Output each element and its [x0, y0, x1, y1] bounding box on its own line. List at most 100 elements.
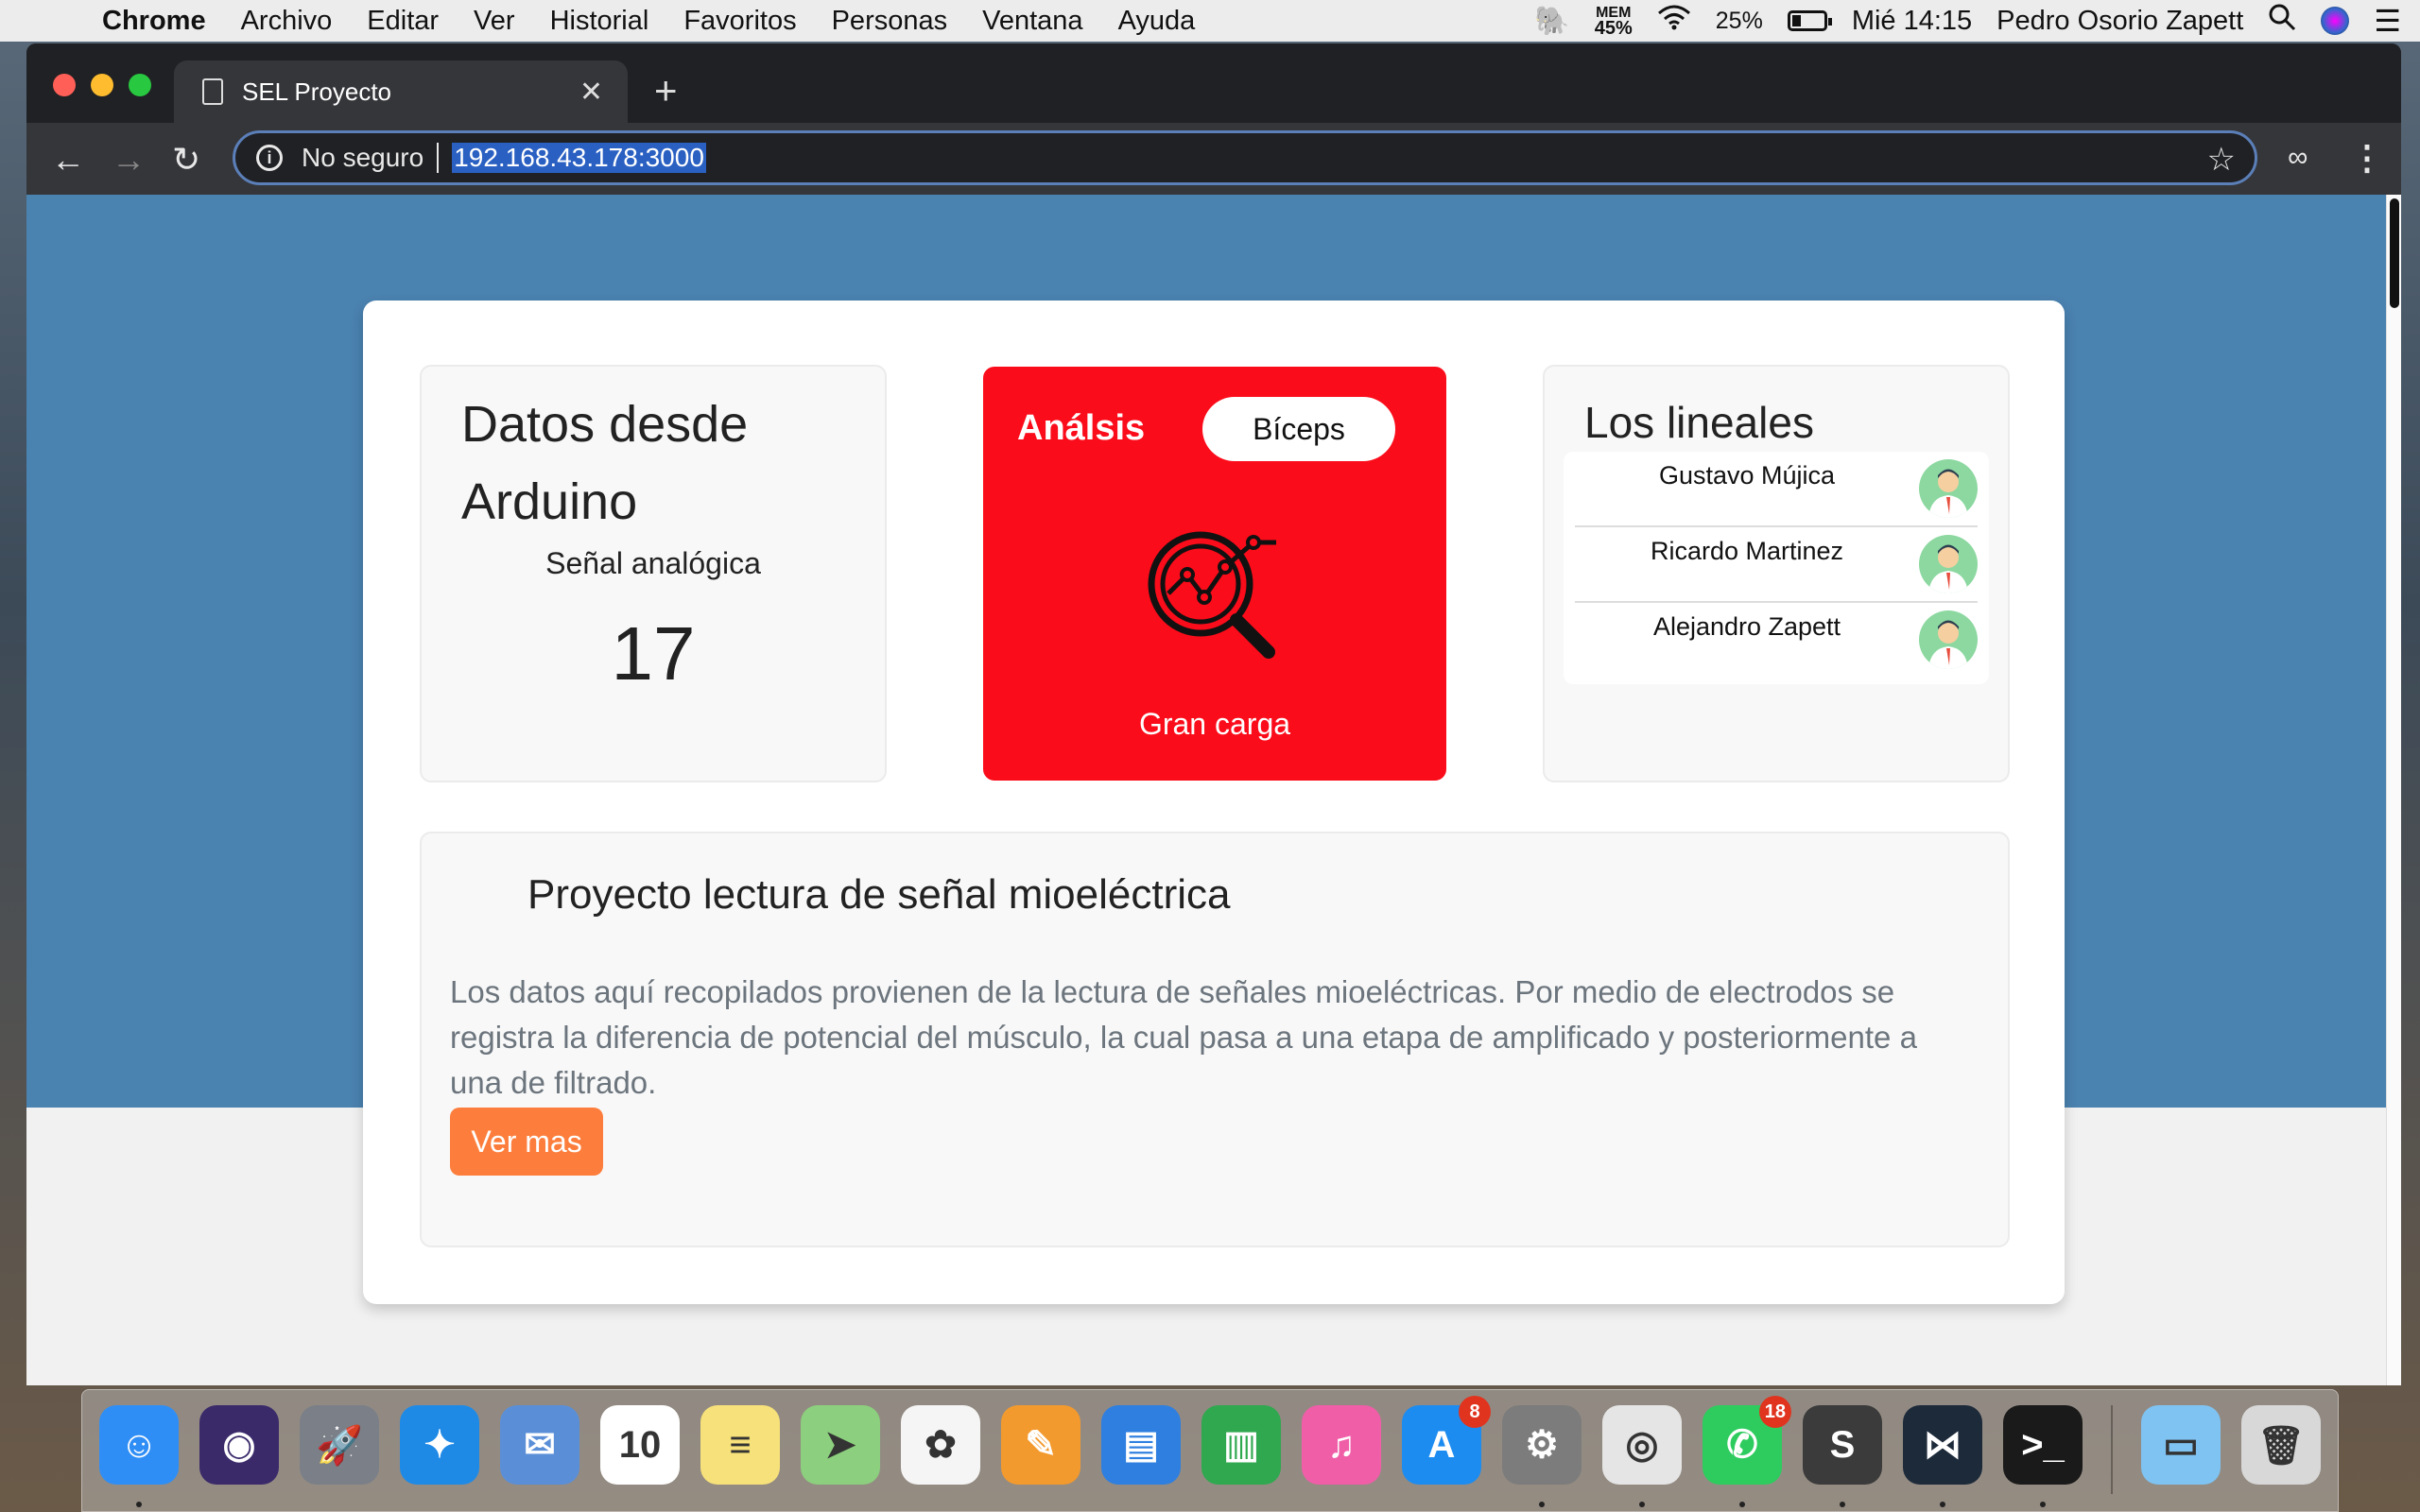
browser-menu-icon[interactable]: ⋮ — [2350, 138, 2384, 178]
team-member-name: Alejandro Zapett — [1652, 612, 1841, 641]
team-member-name: Gustavo Mújica — [1658, 461, 1836, 490]
terminal-icon[interactable]: >_ — [2003, 1405, 2083, 1485]
running-indicator — [1739, 1502, 1745, 1507]
pages-icon[interactable]: ✎ — [1001, 1405, 1080, 1485]
app-store-icon[interactable]: A8 — [1402, 1396, 1491, 1485]
page-scrollbar[interactable] — [2386, 195, 2401, 1385]
avatar-icon — [1919, 610, 1978, 669]
bookmark-star-icon[interactable]: ☆ — [2207, 141, 2236, 179]
battery-icon[interactable] — [1787, 10, 1832, 31]
team-member-name: Ricardo Martinez — [1650, 537, 1844, 565]
vscode-icon[interactable]: ⋈ — [1903, 1405, 1982, 1485]
page-icon — [202, 78, 223, 105]
siri-icon[interactable] — [2321, 7, 2350, 35]
safari-icon[interactable]: ✦ — [400, 1405, 479, 1485]
menu-item-ver[interactable]: Ver — [474, 6, 515, 37]
notes-icon[interactable]: ≡ — [700, 1405, 780, 1485]
numbers-icon[interactable]: ▥ — [1201, 1405, 1281, 1485]
menu-item-personas[interactable]: Personas — [832, 6, 948, 37]
info-icon[interactable]: i — [256, 145, 283, 171]
incognito-extension-icon[interactable]: ∞ — [2288, 142, 2308, 174]
menu-item-historial[interactable]: Historial — [550, 6, 649, 37]
chrome-icon[interactable]: ◎ — [1602, 1405, 1682, 1485]
minimize-window-button[interactable] — [91, 74, 113, 96]
menu-item-favoritos[interactable]: Favoritos — [683, 6, 796, 37]
running-indicator — [1940, 1502, 1945, 1507]
running-indicator — [1840, 1502, 1845, 1507]
back-button[interactable]: ← — [51, 140, 85, 180]
clock[interactable]: Mié 14:15 — [1852, 6, 1972, 37]
forward-button[interactable]: → — [112, 140, 146, 180]
avatar-icon — [1919, 535, 1978, 593]
calendar-icon[interactable]: 10 — [600, 1405, 680, 1485]
reload-button[interactable]: ↻ — [172, 140, 200, 180]
system-preferences-icon[interactable]: ⚙ — [1502, 1405, 1582, 1485]
whatsapp-icon[interactable]: ✆ 18 — [1703, 1396, 1791, 1485]
scrollbar-thumb[interactable] — [2390, 198, 2399, 308]
memory-status[interactable]: MEM 45% — [1594, 5, 1633, 39]
menu-bar: Chrome Archivo Editar Ver Historial Favo… — [0, 0, 2420, 42]
close-tab-icon[interactable]: ✕ — [579, 76, 603, 109]
analytics-magnifier-icon — [1148, 531, 1276, 659]
address-separator — [437, 143, 440, 173]
analysis-caption: Gran carga — [1138, 707, 1291, 741]
dock: ☺ ◉ 🚀 ✦ ✉ 10 ≡ ➤ ✿ ✎ ▤ ▥ ♫ A 8 ⚙ ◎ ✆ 18 S ⋈ >_ ▭ 🗑 — [81, 1389, 2339, 1512]
security-label[interactable]: No seguro — [302, 143, 424, 173]
tab-strip: SEL Proyecto ✕ + — [26, 43, 2401, 123]
analysis-label: Análsis — [1017, 408, 1146, 448]
notification-badge: 18 — [1758, 1396, 1791, 1428]
project-description: Los datos aquí recopilados provienen de … — [450, 974, 1917, 1100]
photos-icon[interactable]: ✿ — [901, 1405, 980, 1485]
team-member[interactable]: Gustavo Mújica — [1575, 452, 1978, 527]
notification-badge: 8 — [1459, 1396, 1491, 1428]
sublime-text-icon[interactable]: S — [1803, 1405, 1882, 1485]
keynote-icon[interactable]: ▤ — [1101, 1405, 1181, 1485]
arduino-data-card: Datos desde Arduino Señal analógica 17 — [420, 365, 887, 782]
menu-bar-status: 🐘 MEM 45% 25% Mié 14:15 Pedro Osorio Zap… — [1534, 0, 2401, 42]
address-bar[interactable]: i No seguro 192.168.43.178:3000 ☆ — [233, 130, 2257, 185]
web-page: Datos desde Arduino Señal analógica 17 A… — [26, 195, 2401, 1385]
itunes-icon[interactable]: ♫ — [1302, 1405, 1381, 1485]
browser-window: SEL Proyecto ✕ + ← → ↻ i No seguro 192.1… — [26, 43, 2401, 1385]
menu-item-ventana[interactable]: Ventana — [982, 6, 1082, 37]
team-card: Los lineales Gustavo Mújica Ricardo Mart… — [1543, 365, 2010, 782]
finder-icon[interactable]: ☺ — [99, 1405, 179, 1485]
running-indicator — [1639, 1502, 1645, 1507]
close-window-button[interactable] — [53, 74, 76, 96]
siri-icon[interactable]: ◉ — [199, 1405, 279, 1485]
dock-separator — [2111, 1405, 2113, 1494]
maximize-window-button[interactable] — [129, 74, 151, 96]
wifi-icon[interactable] — [1657, 4, 1691, 38]
mail-icon[interactable]: ✉ — [500, 1405, 579, 1485]
ver-mas-button[interactable]: Ver mas — [450, 1108, 603, 1176]
team-member[interactable]: Alejandro Zapett — [1575, 603, 1978, 679]
running-indicator — [136, 1502, 142, 1507]
arduino-card-title: Datos desde Arduino — [461, 396, 749, 530]
tab-title: SEL Proyecto — [242, 77, 392, 106]
menu-item-ayuda[interactable]: Ayuda — [1118, 6, 1196, 37]
main-card: Datos desde Arduino Señal analógica 17 A… — [363, 301, 2065, 1304]
user-name[interactable]: Pedro Osorio Zapett — [1996, 6, 2243, 37]
memory-value: 45% — [1594, 18, 1633, 39]
new-tab-button[interactable]: + — [654, 68, 678, 113]
team-list: Gustavo Mújica Ricardo Martinez Alejandr… — [1564, 452, 1989, 684]
biceps-button[interactable]: Bíceps — [1202, 397, 1395, 461]
battery-level — [1791, 15, 1801, 26]
avatar-icon — [1919, 459, 1978, 518]
team-member[interactable]: Ricardo Martinez — [1575, 527, 1978, 603]
launchpad-icon[interactable]: 🚀 — [300, 1405, 379, 1485]
spotlight-search-icon[interactable] — [2268, 3, 2296, 39]
menu-item-editar[interactable]: Editar — [367, 6, 439, 37]
menu-item-archivo[interactable]: Archivo — [241, 6, 333, 37]
browser-toolbar: ← → ↻ i No seguro 192.168.43.178:3000 ☆ … — [26, 123, 2401, 195]
analog-signal-value: 17 — [611, 611, 696, 696]
maps-icon[interactable]: ➤ — [801, 1405, 880, 1485]
url-text[interactable]: 192.168.43.178:3000 — [452, 143, 706, 173]
tab-sel-proyecto[interactable]: SEL Proyecto ✕ — [174, 60, 628, 123]
downloads-folder-icon[interactable]: ▭ — [2141, 1405, 2221, 1485]
notification-center-icon[interactable]: ☰ — [2374, 3, 2401, 39]
running-indicator — [2040, 1502, 2046, 1507]
menu-app-name[interactable]: Chrome — [102, 6, 206, 37]
elephant-icon[interactable]: 🐘 — [1534, 5, 1569, 38]
trash-icon[interactable]: 🗑 — [2241, 1405, 2321, 1485]
